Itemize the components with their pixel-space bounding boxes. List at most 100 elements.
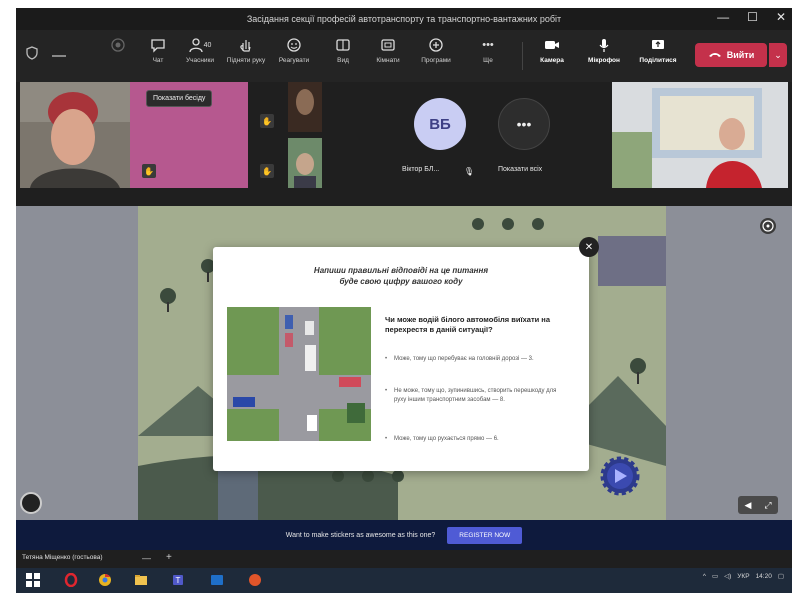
dialog-close-button[interactable]: ✕ (579, 237, 599, 257)
participants-button[interactable]: 40 Учасники (176, 36, 224, 76)
view-button[interactable]: Вид (319, 36, 367, 76)
reactions-button[interactable]: Реагувати (270, 36, 318, 76)
svg-text:T: T (176, 576, 181, 585)
register-banner: Want to make stickers as awesome as this… (16, 520, 792, 550)
raise-hand-icon (237, 36, 255, 54)
camera-button[interactable]: Камера (528, 36, 576, 76)
mic-muted-icon: 🎙 (463, 166, 475, 176)
share-button[interactable]: Поділитися (634, 36, 682, 76)
more-button[interactable]: ••• Ще (464, 36, 512, 76)
microphone-label: Мікрофон (588, 57, 620, 64)
minimize-button[interactable]: — (717, 10, 729, 24)
reactions-label: Реагувати (278, 57, 310, 64)
participant-thumb-1[interactable] (288, 82, 322, 132)
chat-button[interactable]: Чат (134, 36, 182, 76)
stage-nav-controls: ◀ ⤢ (738, 496, 778, 514)
raise-hand-label: Підняти руку (226, 57, 266, 64)
maximize-button[interactable]: ☐ (747, 10, 758, 24)
leave-options-button[interactable]: ⌄ (769, 43, 787, 67)
dialog-title: Напиши правильні відповіді на це питання… (213, 265, 589, 287)
prev-slide-icon[interactable]: ◀ (744, 500, 751, 511)
add-presenter-icon[interactable]: + (166, 552, 172, 563)
show-conversation-tooltip: Показати бесіду (146, 90, 213, 107)
window-controls: — ☐ ✕ (717, 10, 786, 24)
language-indicator[interactable]: УКР (737, 573, 749, 580)
phone-hangup-icon (708, 50, 722, 60)
question-dialog: Напиши правильні відповіді на це питання… (213, 247, 589, 471)
next-arrow-button[interactable] (600, 456, 640, 496)
dialog-title-line-2: буде свою цифру вашого коду (339, 277, 463, 286)
minimize-presenter-icon[interactable]: — (142, 553, 151, 563)
toolbar-left (26, 46, 66, 65)
participants-count: 40 (203, 41, 212, 49)
network-icon[interactable]: ▭ (712, 572, 718, 580)
chrome-icon[interactable] (98, 573, 112, 587)
banner-text: Want to make stickers as awesome as this… (285, 531, 436, 539)
reactions-icon (285, 36, 303, 54)
avatar-vb[interactable]: ВБ (414, 98, 466, 150)
participants-icon: 40 (188, 36, 212, 54)
share-label: Поділитися (639, 57, 677, 64)
participant-video-man[interactable] (612, 82, 788, 188)
rooms-button[interactable]: Кімнати (364, 36, 412, 76)
more-label: Ще (483, 57, 493, 64)
outlook-icon[interactable] (210, 573, 224, 587)
apps-icon (427, 36, 445, 54)
microphone-button[interactable]: Мікрофон (580, 36, 628, 76)
register-button[interactable]: REGISTER NOW (447, 526, 523, 544)
teams-window: Засідання секції професій автотранспорту… (16, 8, 792, 588)
apps-button[interactable]: Програми (412, 36, 460, 76)
volume-icon[interactable]: ◁) (724, 572, 731, 580)
hand-indicator-icon: ✋ (260, 114, 274, 128)
dialog-title-line-1: Напиши правильні відповіді на це питання (313, 266, 489, 275)
record-icon (109, 36, 127, 54)
rooms-icon (379, 36, 397, 54)
participant-thumb-2[interactable] (288, 138, 322, 188)
presenter-name: Тетяна Міщенко (гостьова) (22, 554, 103, 561)
shared-content-stage: ◀ ⤢ Напиши правильні відповіді на це пит… (16, 206, 792, 520)
participant-video-woman[interactable] (20, 82, 132, 188)
camera-icon (543, 36, 561, 54)
shield-icon[interactable] (26, 46, 38, 65)
app-orange-icon[interactable] (248, 573, 262, 587)
stage-info-button[interactable] (760, 218, 776, 234)
participant-strip: ✋ Показати бесіду ✋ ✋ ВБ Віктор БЛ... 🎙 … (16, 82, 792, 190)
opera-icon[interactable] (64, 573, 78, 587)
raise-hand-button[interactable]: Підняти руку (222, 36, 270, 76)
windows-start-icon[interactable] (26, 573, 40, 587)
fullscreen-icon[interactable]: ⤢ (764, 500, 771, 511)
toolbar-divider (522, 42, 523, 70)
share-icon (649, 36, 667, 54)
question-text: Чи може водій білого автомобіля виїхати … (385, 315, 551, 334)
genially-logo (20, 492, 42, 514)
leave-label: Вийти (726, 50, 755, 60)
meeting-toolbar: Чат 40 Учасники Підняти руку Реагувати В… (16, 30, 792, 82)
participants-label: Учасники (185, 57, 215, 64)
answer-option-1[interactable]: Може, тому що перебуває на головній доро… (385, 355, 570, 364)
chat-icon (149, 36, 167, 54)
woman-video-image (20, 82, 132, 188)
gear-arrow-icon (600, 456, 640, 496)
avatar-name: Віктор БЛ... (402, 166, 440, 173)
close-window-button[interactable]: ✕ (776, 10, 786, 24)
chat-label: Чат (152, 57, 164, 64)
system-tray: ^ ▭ ◁) УКР 14:20 ▢ (703, 572, 784, 581)
windows-taskbar: T ^ ▭ ◁) УКР 14:20 ▢ (16, 568, 792, 593)
teams-icon[interactable]: T (172, 573, 186, 587)
file-explorer-icon[interactable] (134, 573, 148, 587)
answer-option-3[interactable]: Може, тому що рухається прямо — 6. (385, 435, 570, 444)
man-video-image (612, 82, 788, 188)
notifications-icon[interactable]: ▢ (778, 572, 784, 580)
tray-chevron-icon[interactable]: ^ (703, 573, 706, 580)
rooms-label: Кімнати (376, 57, 400, 64)
answer-option-2[interactable]: Не може, тому що, зупинившись, створить … (385, 387, 570, 405)
clock[interactable]: 14:20 (756, 573, 772, 580)
window-title: Засідання секції професій автотранспорту… (246, 14, 562, 24)
view-label: Вид (337, 57, 349, 64)
leave-button[interactable]: Вийти (695, 43, 767, 67)
more-icon: ••• (482, 39, 494, 51)
camera-label: Камера (540, 57, 564, 64)
hand-indicator-icon-2: ✋ (260, 164, 274, 178)
view-all-participants-button[interactable]: ••• (498, 98, 550, 150)
view-icon (334, 36, 352, 54)
